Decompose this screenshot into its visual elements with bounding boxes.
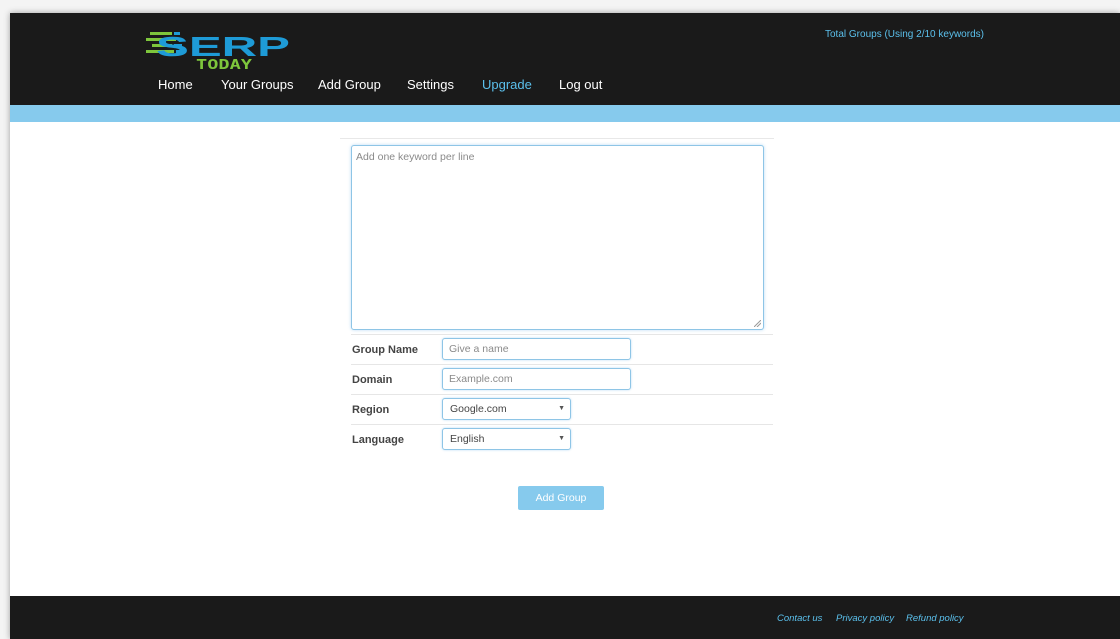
footer-link-refund-policy[interactable]: Refund policy xyxy=(906,613,964,624)
domain-row: Domain xyxy=(351,364,773,395)
site-footer: Contact us Privacy policy Refund policy xyxy=(10,596,1120,639)
language-selected-value: English xyxy=(450,433,485,445)
serp-today-logo[interactable]: SERP TODAY xyxy=(146,26,296,70)
add-group-button[interactable]: Add Group xyxy=(518,486,604,510)
group-name-label: Group Name xyxy=(352,344,419,356)
nav-log-out[interactable]: Log out xyxy=(559,77,602,92)
language-row: Language English ▼ xyxy=(351,424,773,455)
nav-home[interactable]: Home xyxy=(158,77,193,92)
region-selected-value: Google.com xyxy=(450,403,507,415)
language-select[interactable]: English ▼ xyxy=(442,428,571,450)
keyword-usage-text: Total Groups (Using 2/10 keywords) xyxy=(825,29,984,40)
region-label: Region xyxy=(352,404,390,416)
nav-settings[interactable]: Settings xyxy=(407,77,454,92)
keywords-textarea-box xyxy=(340,138,774,330)
nav-add-group[interactable]: Add Group xyxy=(318,77,381,92)
region-row: Region Google.com ▼ xyxy=(351,394,773,425)
caret-down-icon: ▼ xyxy=(558,405,565,412)
group-name-row: Group Name xyxy=(351,334,773,365)
footer-link-contact-us[interactable]: Contact us xyxy=(777,613,822,624)
domain-input[interactable] xyxy=(442,368,631,390)
browser-page: SERP TODAY Home Your Groups Add Group Se… xyxy=(10,13,1120,639)
keywords-textarea[interactable] xyxy=(352,146,763,329)
site-header: SERP TODAY Home Your Groups Add Group Se… xyxy=(10,13,1120,105)
language-label: Language xyxy=(352,434,404,446)
nav-your-groups[interactable]: Your Groups xyxy=(221,77,294,92)
header-strip xyxy=(10,105,1120,122)
nav-upgrade[interactable]: Upgrade xyxy=(482,77,532,92)
domain-label: Domain xyxy=(352,374,393,386)
footer-link-privacy-policy[interactable]: Privacy policy xyxy=(836,613,894,624)
logo-subtext: TODAY xyxy=(196,58,252,70)
region-select[interactable]: Google.com ▼ xyxy=(442,398,571,420)
resize-grip-icon[interactable] xyxy=(754,320,761,327)
group-name-input[interactable] xyxy=(442,338,631,360)
caret-down-icon: ▼ xyxy=(558,435,565,442)
